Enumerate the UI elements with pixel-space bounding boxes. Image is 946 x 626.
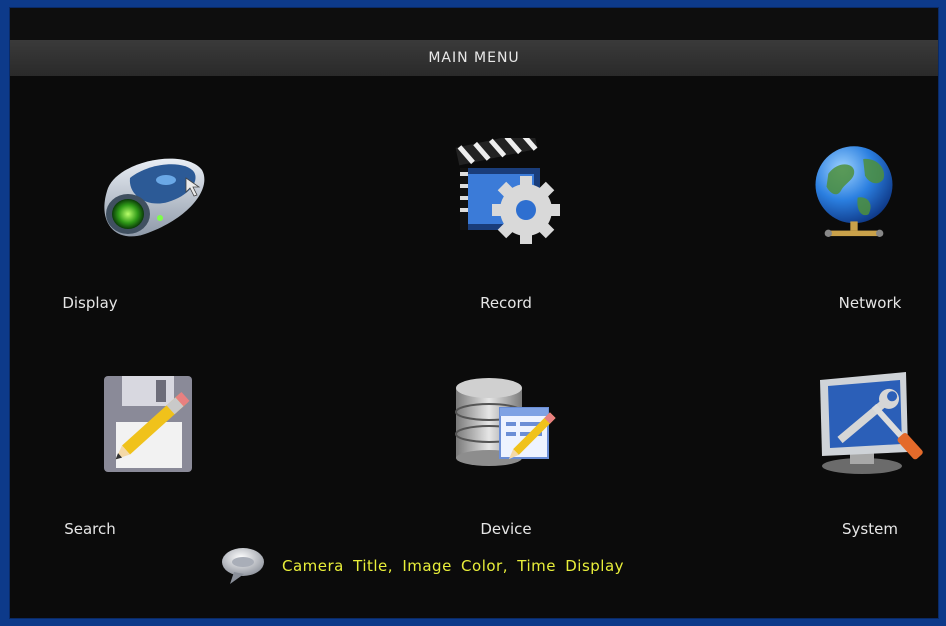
menu-label-display: Display (62, 294, 118, 312)
menu-item-network[interactable]: Network (790, 138, 938, 338)
menu-label-system: System (842, 520, 898, 538)
menu-item-record[interactable]: Record (426, 138, 586, 338)
menu-label-device: Device (480, 520, 532, 538)
menu-label-search: Search (64, 520, 116, 538)
monitor-tools-icon (820, 372, 923, 474)
camera-icon (104, 158, 205, 237)
hint-bar: Camera Title, Image Color, Time Display (220, 546, 640, 586)
database-icon (455, 378, 556, 466)
title-bar: MAIN MENU (10, 40, 938, 76)
menu-item-device[interactable]: Device (426, 370, 586, 570)
menu-label-record: Record (480, 294, 532, 312)
menu-item-display[interactable]: Display (62, 148, 230, 348)
floppy-pencil-icon (104, 376, 192, 472)
menu-label-network: Network (838, 294, 902, 312)
speech-bubble-icon (222, 548, 264, 584)
globe-icon (815, 146, 893, 237)
clapboard-gear-icon (455, 138, 560, 244)
hint-text: Camera Title, Image Color, Time Display (282, 557, 625, 575)
menu-item-search[interactable]: Search (64, 370, 230, 570)
page-title: MAIN MENU (428, 50, 520, 66)
menu-item-system[interactable]: System (790, 370, 938, 570)
top-strip (10, 8, 938, 40)
main-window: MAIN MENU Display Record Network Search … (9, 7, 939, 619)
